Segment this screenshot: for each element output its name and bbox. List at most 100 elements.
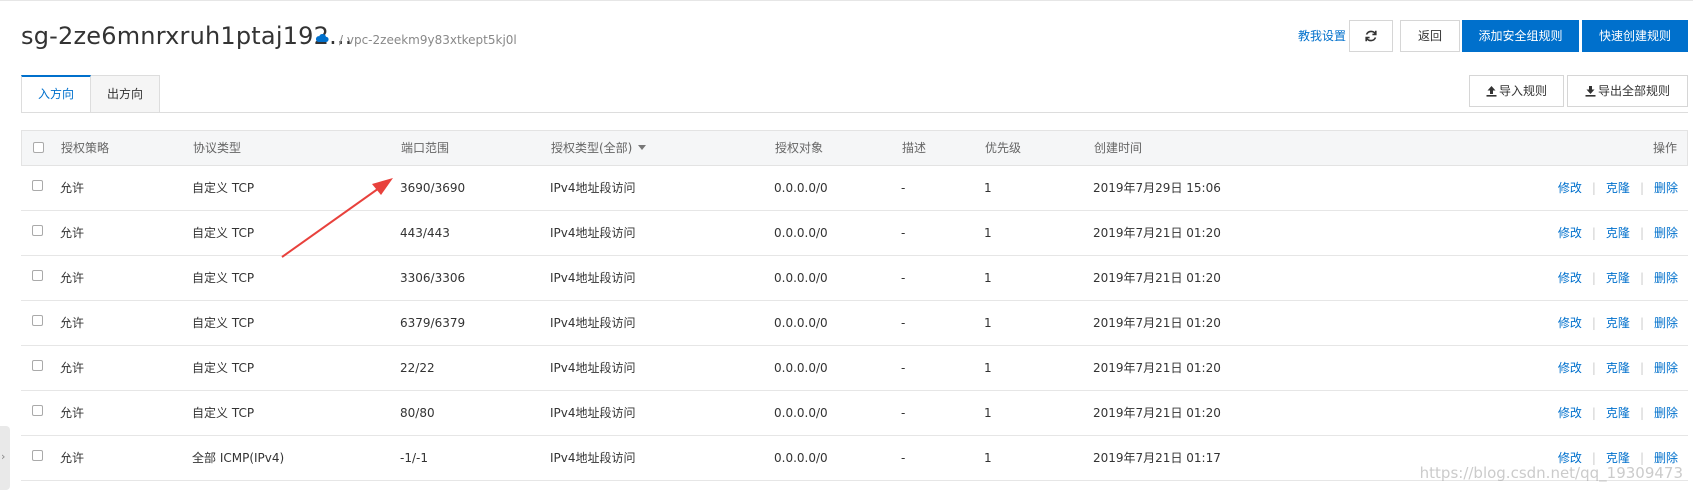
col-auth-type-label: 授权类型(全部): [551, 141, 633, 155]
export-rules-button[interactable]: 导出全部规则: [1567, 75, 1688, 107]
edit-link[interactable]: 修改: [1558, 361, 1582, 375]
action-separator: |: [1591, 451, 1596, 465]
cell-policy: 允许: [60, 451, 85, 465]
table-row: 允许 自定义 TCP 3690/3690 IPv4地址段访问 0.0.0.0/0 - 1 20…: [21, 166, 1688, 211]
table-row: 允许 自定义 TCP 22/22 IPv4地址段访问 0.0.0.0/0 - 1 2019年7…: [21, 346, 1688, 391]
col-port: 端口范围: [401, 141, 450, 155]
row-checkbox[interactable]: [32, 360, 43, 371]
col-created: 创建时间: [1094, 141, 1143, 155]
cell-priority: 1: [984, 226, 992, 240]
cell-protocol: 自定义 TCP: [192, 181, 255, 195]
delete-link[interactable]: 删除: [1654, 316, 1678, 330]
cell-port: 3306/3306: [400, 271, 466, 285]
col-auth-type-filter[interactable]: 授权类型(全部): [551, 131, 647, 165]
cell-policy: 允许: [60, 316, 85, 330]
edit-link[interactable]: 修改: [1558, 406, 1582, 420]
edit-link[interactable]: 修改: [1558, 181, 1582, 195]
row-checkbox[interactable]: [32, 225, 43, 236]
edit-link[interactable]: 修改: [1558, 451, 1582, 465]
add-rule-button[interactable]: 添加安全组规则: [1462, 20, 1579, 52]
cell-priority: 1: [984, 316, 992, 330]
cell-policy: 允许: [60, 226, 85, 240]
action-separator: |: [1591, 406, 1596, 420]
row-actions: 修改 | 克隆 | 删除: [1558, 256, 1678, 301]
row-checkbox[interactable]: [32, 270, 43, 281]
cell-auth-type: IPv4地址段访问: [550, 316, 636, 330]
table-row: 允许 自定义 TCP 6379/6379 IPv4地址段访问 0.0.0.0/0 - 1 20…: [21, 301, 1688, 346]
table-row: 允许 自定义 TCP 3306/3306 IPv4地址段访问 0.0.0.0/0 - 1 20…: [21, 256, 1688, 301]
table-header: 授权策略 协议类型 端口范围 授权类型(全部) 授权对象 描述 优先级 创建时间…: [21, 130, 1688, 166]
edit-link[interactable]: 修改: [1558, 271, 1582, 285]
clone-link[interactable]: 克隆: [1606, 271, 1630, 285]
delete-link[interactable]: 删除: [1654, 181, 1678, 195]
col-protocol: 协议类型: [193, 141, 242, 155]
cell-protocol: 自定义 TCP: [192, 361, 255, 375]
select-all-checkbox[interactable]: [33, 142, 44, 153]
tab-inbound[interactable]: 入方向: [21, 75, 91, 113]
delete-link[interactable]: 删除: [1654, 406, 1678, 420]
action-separator: |: [1639, 406, 1644, 420]
row-checkbox[interactable]: [32, 405, 43, 416]
cell-created: 2019年7月21日 01:17: [1093, 451, 1221, 465]
table-row: 允许 自定义 TCP 80/80 IPv4地址段访问 0.0.0.0/0 - 1 2019年7…: [21, 391, 1688, 436]
delete-link[interactable]: 删除: [1654, 271, 1678, 285]
side-panel-handle[interactable]: ›: [0, 426, 10, 490]
col-priority: 优先级: [985, 141, 1022, 155]
row-checkbox[interactable]: [32, 315, 43, 326]
chevron-right-icon: ›: [1, 450, 6, 463]
clone-link[interactable]: 克隆: [1606, 451, 1630, 465]
tutorial-link[interactable]: 教我设置: [1298, 27, 1346, 44]
cell-auth-type: IPv4地址段访问: [550, 271, 636, 285]
cell-created: 2019年7月21日 01:20: [1093, 271, 1221, 285]
cloud-icon[interactable]: [315, 33, 329, 43]
edit-link[interactable]: 修改: [1558, 316, 1582, 330]
cell-auth-type: IPv4地址段访问: [550, 451, 636, 465]
row-checkbox[interactable]: [32, 180, 43, 191]
cell-protocol: 全部 ICMP(IPv4): [192, 451, 285, 465]
cell-object: 0.0.0.0/0: [774, 226, 828, 240]
cell-created: 2019年7月21日 01:20: [1093, 316, 1221, 330]
cell-policy: 允许: [60, 181, 85, 195]
clone-link[interactable]: 克隆: [1606, 181, 1630, 195]
clone-link[interactable]: 克隆: [1606, 361, 1630, 375]
vpc-label[interactable]: / vpc-2zeekm9y83xtkept5kj0l: [339, 33, 517, 47]
row-actions: 修改 | 克隆 | 删除: [1558, 391, 1678, 436]
cell-auth-type: IPv4地址段访问: [550, 181, 636, 195]
col-desc: 描述: [902, 141, 927, 155]
row-checkbox[interactable]: [32, 450, 43, 461]
cell-auth-type: IPv4地址段访问: [550, 226, 636, 240]
cell-policy: 允许: [60, 406, 85, 420]
delete-link[interactable]: 删除: [1654, 361, 1678, 375]
delete-link[interactable]: 删除: [1654, 226, 1678, 240]
upload-icon: [1486, 86, 1497, 97]
import-rules-button[interactable]: 导入规则: [1469, 75, 1564, 107]
clone-link[interactable]: 克隆: [1606, 406, 1630, 420]
cell-object: 0.0.0.0/0: [774, 451, 828, 465]
page-title: sg-2ze6mnrxruh1ptaj192...: [21, 22, 353, 50]
row-actions: 修改 | 克隆 | 删除: [1558, 301, 1678, 346]
cell-port: 80/80: [400, 406, 435, 420]
cell-desc: -: [901, 271, 906, 285]
action-separator: |: [1639, 181, 1644, 195]
action-separator: |: [1639, 271, 1644, 285]
cell-desc: -: [901, 316, 906, 330]
back-button[interactable]: 返回: [1400, 20, 1460, 52]
cell-port: -1/-1: [400, 451, 428, 465]
refresh-button[interactable]: [1349, 20, 1393, 52]
cell-created: 2019年7月21日 01:20: [1093, 361, 1221, 375]
cell-port: 22/22: [400, 361, 435, 375]
cell-created: 2019年7月29日 15:06: [1093, 181, 1221, 195]
table-body: 允许 自定义 TCP 3690/3690 IPv4地址段访问 0.0.0.0/0-1 20…: [21, 166, 1688, 481]
clone-link[interactable]: 克隆: [1606, 316, 1630, 330]
clone-link[interactable]: 克隆: [1606, 226, 1630, 240]
cell-port: 6379/6379: [400, 316, 466, 330]
cell-port: 443/443: [400, 226, 450, 240]
cell-priority: 1: [984, 406, 992, 420]
cell-object: 0.0.0.0/0: [774, 406, 828, 420]
quick-create-button[interactable]: 快速创建规则: [1582, 20, 1688, 52]
delete-link[interactable]: 删除: [1654, 451, 1678, 465]
edit-link[interactable]: 修改: [1558, 226, 1582, 240]
export-rules-label: 导出全部规则: [1597, 84, 1670, 98]
cell-object: 0.0.0.0/0: [774, 271, 828, 285]
tab-outbound[interactable]: 出方向: [91, 75, 160, 113]
